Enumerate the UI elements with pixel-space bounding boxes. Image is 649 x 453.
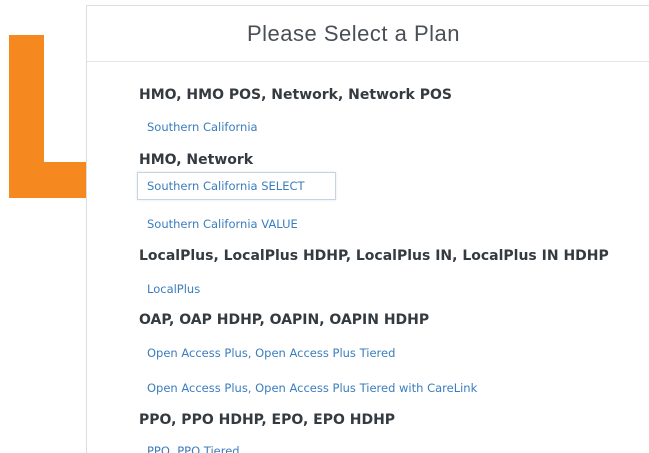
plan-group-heading: PPO, PPO HDHP, EPO, EPO HDHP — [139, 412, 396, 428]
plan-link-localplus[interactable]: LocalPlus — [147, 282, 200, 296]
plan-group-heading: LocalPlus, LocalPlus HDHP, LocalPlus IN,… — [139, 248, 609, 264]
plan-link-southern-california-select[interactable]: Southern California SELECT — [137, 172, 336, 200]
plan-link-open-access-plus-carelink[interactable]: Open Access Plus, Open Access Plus Tiere… — [147, 381, 477, 395]
dialog-title: Please Select a Plan — [246, 20, 461, 46]
screenshot-stage: Please Select a Plan HMO, HMO POS, Netwo… — [0, 0, 649, 453]
plan-link-open-access-plus[interactable]: Open Access Plus, Open Access Plus Tiere… — [147, 346, 395, 360]
plan-group-heading: HMO, Network — [139, 152, 254, 168]
plan-group-heading: HMO, HMO POS, Network, Network POS — [139, 87, 452, 103]
plan-link-southern-california-value[interactable]: Southern California VALUE — [147, 217, 298, 231]
plan-group-heading: OAP, OAP HDHP, OAPIN, OAPIN HDHP — [139, 312, 430, 328]
dialog-header: Please Select a Plan — [87, 6, 649, 62]
plan-selection-dialog: Please Select a Plan HMO, HMO POS, Netwo… — [86, 5, 649, 453]
plan-link-southern-california[interactable]: Southern California — [147, 120, 258, 134]
plan-link-ppo[interactable]: PPO, PPO Tiered — [147, 444, 240, 453]
